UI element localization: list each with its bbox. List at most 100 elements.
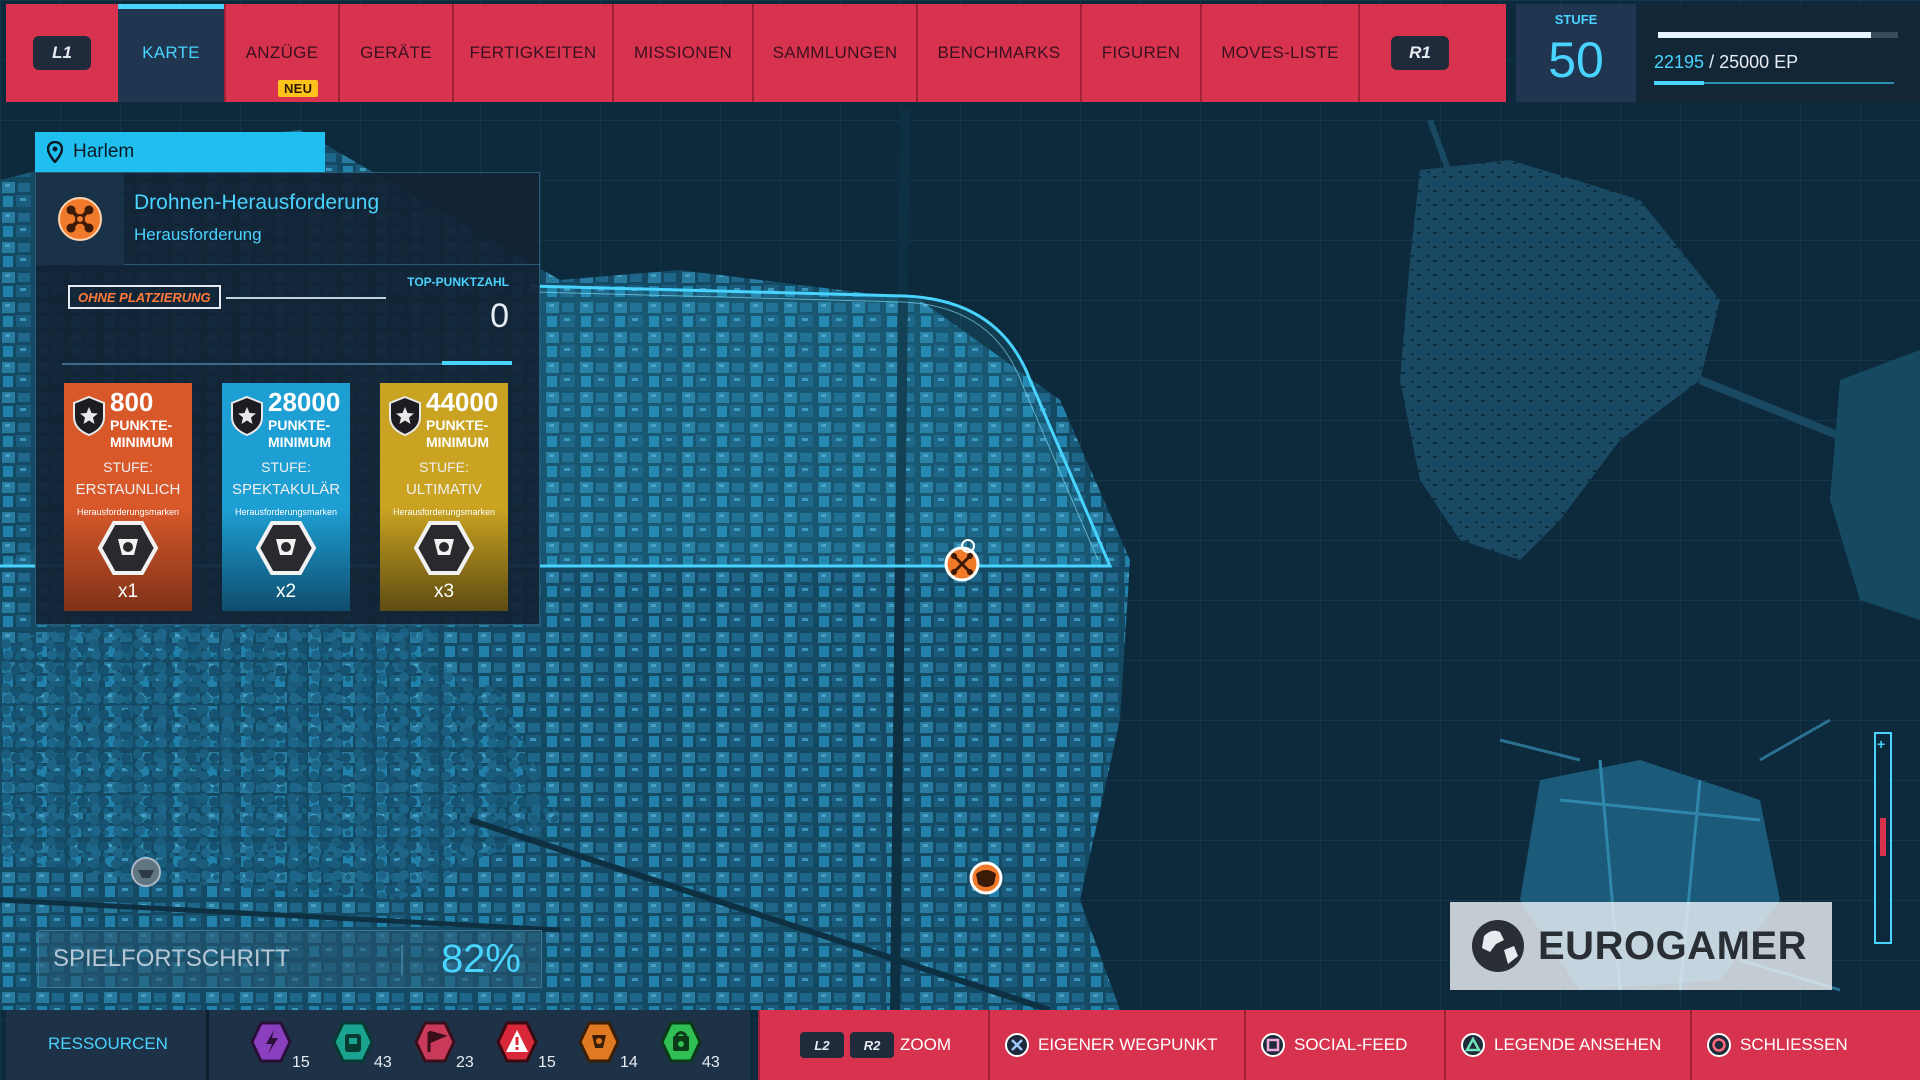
game-progress-value: 82%: [440, 937, 521, 981]
xp-progress-fill: [1658, 32, 1872, 38]
resource-count: 15: [538, 1054, 556, 1071]
tier-points-label: PUNKTE- MINIMUM: [110, 417, 173, 451]
tier-points: 28000: [268, 387, 341, 417]
research-token-icon: [250, 1021, 292, 1063]
crime-token-icon: [496, 1021, 538, 1063]
tab-anzuege[interactable]: ANZÜGE NEU: [226, 4, 340, 102]
waypoint-control[interactable]: EIGENER WEGPUNKT: [988, 1010, 1244, 1080]
zoom-plus-icon: +: [1877, 736, 1886, 752]
xp-text: 22195 / 25000 EP: [1654, 52, 1798, 73]
tier-marks-label: Herausforderungsmarken: [234, 507, 338, 517]
l1-key-label: L1: [33, 36, 91, 70]
resource-base: 43: [660, 1020, 720, 1071]
level-value: 50: [1548, 32, 1604, 88]
challenge-token-icon: [578, 1021, 620, 1063]
tier-marks-label: Herausforderungsmarken: [76, 507, 180, 517]
r1-button[interactable]: R1: [1360, 4, 1480, 102]
xp-separator: /: [1704, 52, 1720, 72]
control-label: SCHLIESSEN: [1740, 1035, 1848, 1054]
resources-divider: [206, 1010, 209, 1080]
mask-marker-icon[interactable]: [969, 861, 1003, 895]
activity-title: Drohnen-Herausforderung: [134, 191, 380, 214]
tab-geraete[interactable]: GERÄTE: [340, 4, 454, 102]
drone-icon: [58, 197, 102, 241]
globe-logo-icon: [1472, 920, 1524, 972]
tab-moves-liste[interactable]: MOVES-LISTE: [1202, 4, 1360, 102]
tab-sammlungen[interactable]: SAMMLUNGEN: [754, 4, 918, 102]
resource-backpack: 43: [332, 1020, 392, 1071]
close-control[interactable]: SCHLIESSEN: [1690, 1010, 1920, 1080]
backpack-token-icon: [332, 1021, 374, 1063]
circle-button-icon: [1707, 1033, 1731, 1057]
tier-points-label-line1: PUNKTE-: [426, 417, 489, 433]
control-label: SOCIAL-FEED: [1294, 1035, 1408, 1054]
tier-points-label: PUNKTE- MINIMUM: [268, 417, 331, 451]
zoom-slider[interactable]: +: [1874, 732, 1892, 944]
shield-star-icon: [389, 395, 421, 437]
activity-subtitle: Herausforderung: [134, 225, 262, 244]
r1-key-label: R1: [1391, 36, 1449, 70]
tier-points-label-line2: MINIMUM: [426, 434, 489, 450]
rank-line: [226, 297, 386, 299]
level-label: STUFE: [1554, 12, 1598, 27]
l1-button[interactable]: L1: [6, 4, 118, 102]
resource-challenge: 14: [578, 1020, 638, 1071]
tab-benchmarks[interactable]: BENCHMARKS: [918, 4, 1082, 102]
tier-points-label-line1: PUNKTE-: [110, 417, 173, 433]
tab-label: SAMMLUNGEN: [772, 43, 898, 62]
resource-crime: 15: [496, 1020, 556, 1071]
resources-bar: RESSOURCEN 15 43 23 15 14 43: [6, 1010, 750, 1080]
zoom-control[interactable]: L2 R2 ZOOM: [758, 1010, 988, 1080]
tier-points: 800: [110, 387, 154, 417]
base-token-icon: [660, 1021, 702, 1063]
activity-panel: Drohnen-Herausforderung Herausforderung …: [35, 172, 541, 625]
top-nav-bar: L1 KARTE ANZÜGE NEU GERÄTE FERTIGKEITEN …: [6, 4, 1506, 102]
triangle-button-icon: [1461, 1033, 1485, 1057]
control-label: EIGENER WEGPUNKT: [1038, 1035, 1218, 1054]
tab-label: FIGUREN: [1101, 43, 1181, 62]
challenge-token-icon: [97, 521, 159, 575]
tab-label: BENCHMARKS: [937, 43, 1061, 62]
cross-button-icon: [1005, 1033, 1029, 1057]
tab-missionen[interactable]: MISSIONEN: [614, 4, 754, 102]
tier-points-label-line2: MINIMUM: [110, 434, 173, 450]
game-progress-divider: [401, 945, 403, 975]
location-header: Harlem: [35, 132, 325, 172]
social-feed-control[interactable]: SOCIAL-FEED: [1244, 1010, 1444, 1080]
tier-points-label-line1: PUNKTE-: [268, 417, 331, 433]
resource-landmark: 23: [414, 1020, 474, 1071]
bottom-bar: RESSOURCEN 15 43 23 15 14 43 L2 R2 ZOOM …: [6, 1010, 1920, 1080]
watermark-text: EUROGAMER: [1538, 923, 1807, 968]
eurogamer-watermark: EUROGAMER: [1450, 902, 1832, 990]
tier-points-label: PUNKTE- MINIMUM: [426, 417, 489, 451]
xp-box: 22195 / 25000 EP: [1638, 4, 1920, 102]
tab-fertigkeiten[interactable]: FERTIGKEITEN: [454, 4, 614, 102]
resource-count: 43: [702, 1054, 720, 1071]
tier-token-count: x3: [433, 581, 455, 602]
tier-stage-label: STUFE:: [419, 459, 469, 475]
tier-stage-label: STUFE:: [261, 459, 311, 475]
tab-label: MISSIONEN: [633, 43, 733, 62]
tier-stage-name: ERSTAUNLICH: [75, 481, 181, 498]
resource-count: 43: [374, 1054, 392, 1071]
tab-figuren[interactable]: FIGUREN: [1082, 4, 1202, 102]
activity-icon-box: [36, 173, 124, 265]
tab-label: MOVES-LISTE: [1221, 43, 1339, 62]
map-screen: L1 KARTE ANZÜGE NEU GERÄTE FERTIGKEITEN …: [0, 0, 1920, 1080]
shield-star-icon: [231, 395, 263, 437]
tab-karte[interactable]: KARTE: [118, 4, 226, 102]
shield-star-icon: [73, 395, 105, 437]
xp-progress-bar: [1658, 32, 1898, 38]
tier-points-label-line2: MINIMUM: [268, 434, 331, 450]
inactive-marker-icon[interactable]: [131, 857, 161, 887]
challenge-token-icon: [413, 521, 475, 575]
legend-control[interactable]: LEGENDE ANSEHEN: [1444, 1010, 1690, 1080]
location-pin-icon: [47, 141, 63, 163]
tier-stage-name: SPEKTAKULÄR: [231, 481, 341, 498]
top-score-label: TOP-PUNKTZAHL: [407, 275, 509, 289]
resource-count: 23: [456, 1054, 474, 1071]
control-label: LEGENDE ANSEHEN: [1494, 1035, 1662, 1054]
tab-label: ANZÜGE: [245, 43, 319, 62]
zoom-slider-thumb[interactable]: [1880, 818, 1886, 856]
tier-card-spektakulaer: 28000 PUNKTE- MINIMUM STUFE: SPEKTAKULÄR …: [222, 383, 350, 611]
